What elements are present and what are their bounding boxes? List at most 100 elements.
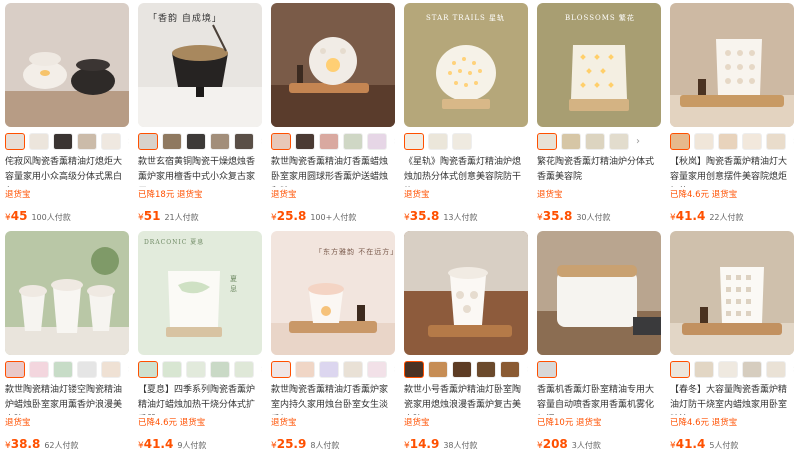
variant-thumbnail[interactable] bbox=[319, 361, 339, 378]
variant-thumbnail[interactable] bbox=[609, 133, 629, 150]
variant-thumbnail[interactable] bbox=[234, 361, 254, 378]
product-title[interactable]: 款世陶瓷香薰精油灯香薰蜡烛卧室家用圆球形香薰炉送蜡烛和精 bbox=[271, 155, 395, 187]
product-card[interactable]: 夏 息 DRACONIC 夏息 › 【夏息】四季系列陶瓷香薰炉精油灯蜡烛加热干烧… bbox=[133, 228, 262, 450]
product-image[interactable] bbox=[670, 231, 794, 355]
product-card[interactable]: › 【秋岚】陶瓷香薰炉精油灯大容量家用创意摆件美容院熄炬加热 已降4.6元 退货… bbox=[665, 0, 794, 222]
variant-thumbnail[interactable] bbox=[5, 133, 25, 150]
variant-thumbnail[interactable] bbox=[138, 361, 158, 378]
variant-thumbnail[interactable] bbox=[271, 133, 291, 150]
variant-thumbnail[interactable] bbox=[53, 133, 73, 150]
variant-thumbnail[interactable] bbox=[766, 361, 786, 378]
product-title[interactable]: 【春冬】大容量陶瓷香薰炉精油灯防干烧室内蜡烛家用卧室精油 bbox=[670, 383, 794, 415]
thumbnail-strip: › bbox=[537, 133, 643, 151]
chevron-right-icon[interactable]: › bbox=[790, 133, 794, 150]
variant-thumbnail[interactable] bbox=[670, 361, 690, 378]
product-image[interactable]: 「香韵 自成境」 bbox=[138, 3, 262, 127]
product-card[interactable]: 「香韵 自成境」 › 款世玄宿黄铜陶瓷干燥熄烛香薰炉家用檀香中式小众复古家用 已… bbox=[133, 0, 262, 222]
variant-thumbnail[interactable] bbox=[343, 361, 363, 378]
variant-thumbnail[interactable] bbox=[234, 133, 254, 150]
variant-thumbnail[interactable] bbox=[585, 133, 605, 150]
product-title[interactable]: 款世陶瓷精油灯镂空陶瓷精油炉蜡烛卧室家用薰香炉浪漫美容院 bbox=[5, 383, 129, 415]
product-title[interactable]: 侘寂风陶瓷香薰精油灯熄炬大容量家用小众高级分体式黑白色 bbox=[5, 155, 129, 187]
product-title[interactable]: 【夏息】四季系列陶瓷香薰炉精油灯蜡烛加热干烧分体式扩香器 bbox=[138, 383, 262, 415]
variant-thumbnail[interactable] bbox=[404, 133, 424, 150]
chevron-right-icon[interactable]: › bbox=[258, 361, 262, 378]
chevron-right-icon[interactable]: › bbox=[391, 361, 395, 378]
variant-thumbnail[interactable] bbox=[452, 133, 472, 150]
variant-thumbnail[interactable] bbox=[53, 361, 73, 378]
chevron-right-icon[interactable]: › bbox=[125, 133, 129, 150]
variant-thumbnail[interactable] bbox=[718, 133, 738, 150]
variant-thumbnail[interactable] bbox=[367, 133, 387, 150]
variant-thumbnail[interactable] bbox=[29, 361, 49, 378]
product-title[interactable]: 款世陶瓷香薰精油灯香薰炉家室内持久家用烛台卧室女生淡香加 bbox=[271, 383, 395, 415]
variant-thumbnail[interactable] bbox=[210, 361, 230, 378]
variant-thumbnail[interactable] bbox=[670, 133, 690, 150]
variant-thumbnail[interactable] bbox=[162, 133, 182, 150]
variant-thumbnail[interactable] bbox=[5, 361, 25, 378]
product-title[interactable]: 《星轨》陶瓷香薰灯精油炉熄烛加热分体式创意美容院防干烧 bbox=[404, 155, 528, 187]
chevron-right-icon[interactable]: › bbox=[391, 133, 395, 150]
variant-thumbnail[interactable] bbox=[500, 361, 520, 378]
product-title[interactable]: 款世小号香薰炉精油灯卧室陶瓷家用熄烛浪漫香薰炉复古美容院 bbox=[404, 383, 528, 415]
variant-thumbnail[interactable] bbox=[101, 361, 121, 378]
product-card[interactable]: › 侘寂风陶瓷香薰精油灯熄炬大容量家用小众高级分体式黑白色 退货宝 ¥45100… bbox=[0, 0, 129, 222]
variant-thumbnail[interactable] bbox=[186, 133, 206, 150]
chevron-right-icon[interactable]: › bbox=[524, 361, 528, 378]
product-card[interactable]: STAR TRAILS 星轨 《星轨》陶瓷香薰灯精油炉熄烛加热分体式创意美容院防… bbox=[399, 0, 528, 222]
variant-thumbnail[interactable] bbox=[77, 133, 97, 150]
product-image[interactable]: 夏 息 DRACONIC 夏息 bbox=[138, 231, 262, 355]
chevron-right-icon[interactable]: › bbox=[125, 361, 129, 378]
variant-thumbnail[interactable] bbox=[367, 361, 387, 378]
product-card[interactable]: › 款世陶瓷香薰精油灯香薰蜡烛卧室家用圆球形香薰炉送蜡烛和精 退货宝 ¥25.8… bbox=[266, 0, 395, 222]
variant-thumbnail[interactable] bbox=[319, 133, 339, 150]
product-title[interactable]: 款世玄宿黄铜陶瓷干燥熄烛香薰炉家用檀香中式小众复古家用 bbox=[138, 155, 262, 187]
product-card[interactable]: 「东方雅韵 不在远方」 › 款世陶瓷香薰精油灯香薰炉家室内持久家用烛台卧室女生淡… bbox=[266, 228, 395, 450]
variant-thumbnail[interactable] bbox=[742, 361, 762, 378]
variant-thumbnail[interactable] bbox=[343, 133, 363, 150]
variant-thumbnail[interactable] bbox=[162, 361, 182, 378]
product-card[interactable]: › 款世陶瓷精油灯镂空陶瓷精油炉蜡烛卧室家用薰香炉浪漫美容院 退货宝 ¥38.8… bbox=[0, 228, 129, 450]
product-image[interactable] bbox=[537, 231, 661, 355]
variant-thumbnail[interactable] bbox=[29, 133, 49, 150]
variant-thumbnail[interactable] bbox=[428, 133, 448, 150]
variant-thumbnail[interactable] bbox=[561, 133, 581, 150]
product-title[interactable]: 【秋岚】陶瓷香薰炉精油灯大容量家用创意摆件美容院熄炬加热 bbox=[670, 155, 794, 187]
product-card[interactable]: › 【春冬】大容量陶瓷香薰炉精油灯防干烧室内蜡烛家用卧室精油 已降4.6元 退货… bbox=[665, 228, 794, 450]
product-image[interactable]: BLOSSOMS 繁花 bbox=[537, 3, 661, 127]
product-image[interactable] bbox=[404, 231, 528, 355]
variant-thumbnail[interactable] bbox=[77, 361, 97, 378]
variant-thumbnail[interactable] bbox=[718, 361, 738, 378]
product-title[interactable]: 香薰机香薰灯卧室精油专用大容量自动喷香家用香薰机雾化加湿 bbox=[537, 383, 661, 415]
product-title[interactable]: 繁花陶瓷香薰灯精油炉分体式香薰美容院 bbox=[537, 155, 661, 187]
product-image[interactable] bbox=[670, 3, 794, 127]
variant-thumbnail[interactable] bbox=[210, 133, 230, 150]
variant-thumbnail[interactable] bbox=[271, 361, 291, 378]
variant-thumbnail[interactable] bbox=[742, 133, 762, 150]
variant-thumbnail[interactable] bbox=[295, 361, 315, 378]
variant-thumbnail[interactable] bbox=[766, 133, 786, 150]
chevron-right-icon[interactable]: › bbox=[633, 133, 643, 150]
product-card[interactable]: 香薰机香薰灯卧室精油专用大容量自动喷香家用香薰机雾化加湿 已降10元 退货宝 ¥… bbox=[532, 228, 661, 450]
product-image[interactable] bbox=[5, 3, 129, 127]
variant-thumbnail[interactable] bbox=[476, 361, 496, 378]
product-image[interactable] bbox=[5, 231, 129, 355]
variant-thumbnail[interactable] bbox=[452, 361, 472, 378]
product-image[interactable]: 「东方雅韵 不在远方」 bbox=[271, 231, 395, 355]
variant-thumbnail[interactable] bbox=[537, 133, 557, 150]
chevron-right-icon[interactable]: › bbox=[258, 133, 262, 150]
product-card[interactable]: BLOSSOMS 繁花 › 繁花陶瓷香薰灯精油炉分体式香薰美容院 退货宝 ¥35… bbox=[532, 0, 661, 222]
variant-thumbnail[interactable] bbox=[186, 361, 206, 378]
variant-thumbnail[interactable] bbox=[694, 133, 714, 150]
variant-thumbnail[interactable] bbox=[138, 133, 158, 150]
variant-thumbnail[interactable] bbox=[428, 361, 448, 378]
variant-thumbnail[interactable] bbox=[295, 133, 315, 150]
variant-thumbnail[interactable] bbox=[101, 133, 121, 150]
variant-thumbnail[interactable] bbox=[694, 361, 714, 378]
variant-thumbnail[interactable] bbox=[537, 361, 557, 378]
variant-thumbnail[interactable] bbox=[404, 361, 424, 378]
product-image[interactable]: STAR TRAILS 星轨 bbox=[404, 3, 528, 127]
chevron-right-icon[interactable]: › bbox=[790, 361, 794, 378]
product-card[interactable]: › 款世小号香薰炉精油灯卧室陶瓷家用熄烛浪漫香薰炉复古美容院 退货宝 ¥14.9… bbox=[399, 228, 528, 450]
product-image[interactable] bbox=[271, 3, 395, 127]
